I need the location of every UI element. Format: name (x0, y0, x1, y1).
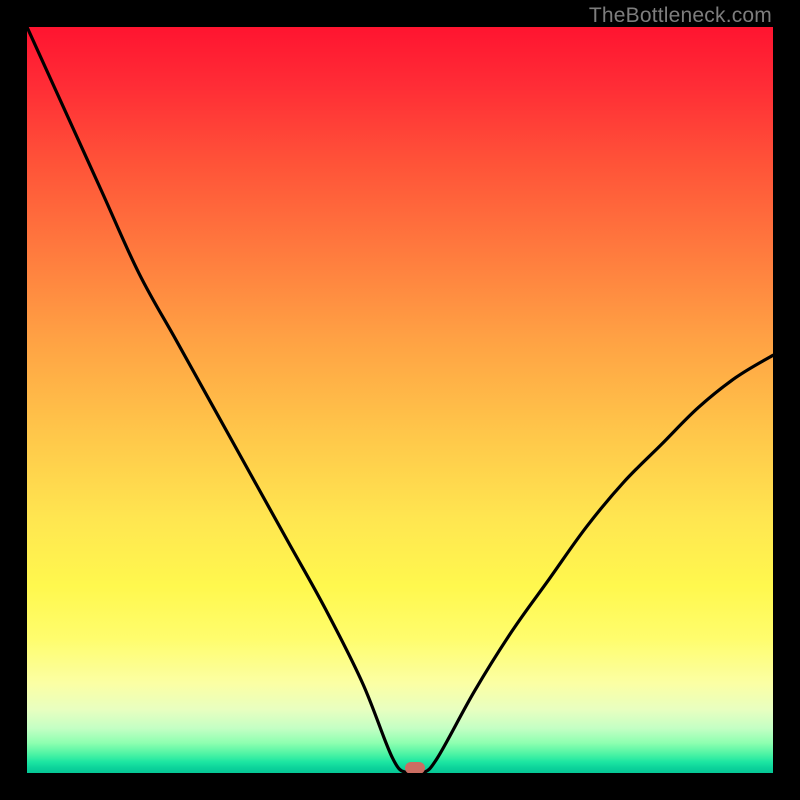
optimal-point-marker (405, 762, 425, 773)
bottleneck-curve (27, 27, 773, 773)
plot-area (27, 27, 773, 773)
chart-frame: TheBottleneck.com (0, 0, 800, 800)
watermark-text: TheBottleneck.com (589, 4, 772, 28)
